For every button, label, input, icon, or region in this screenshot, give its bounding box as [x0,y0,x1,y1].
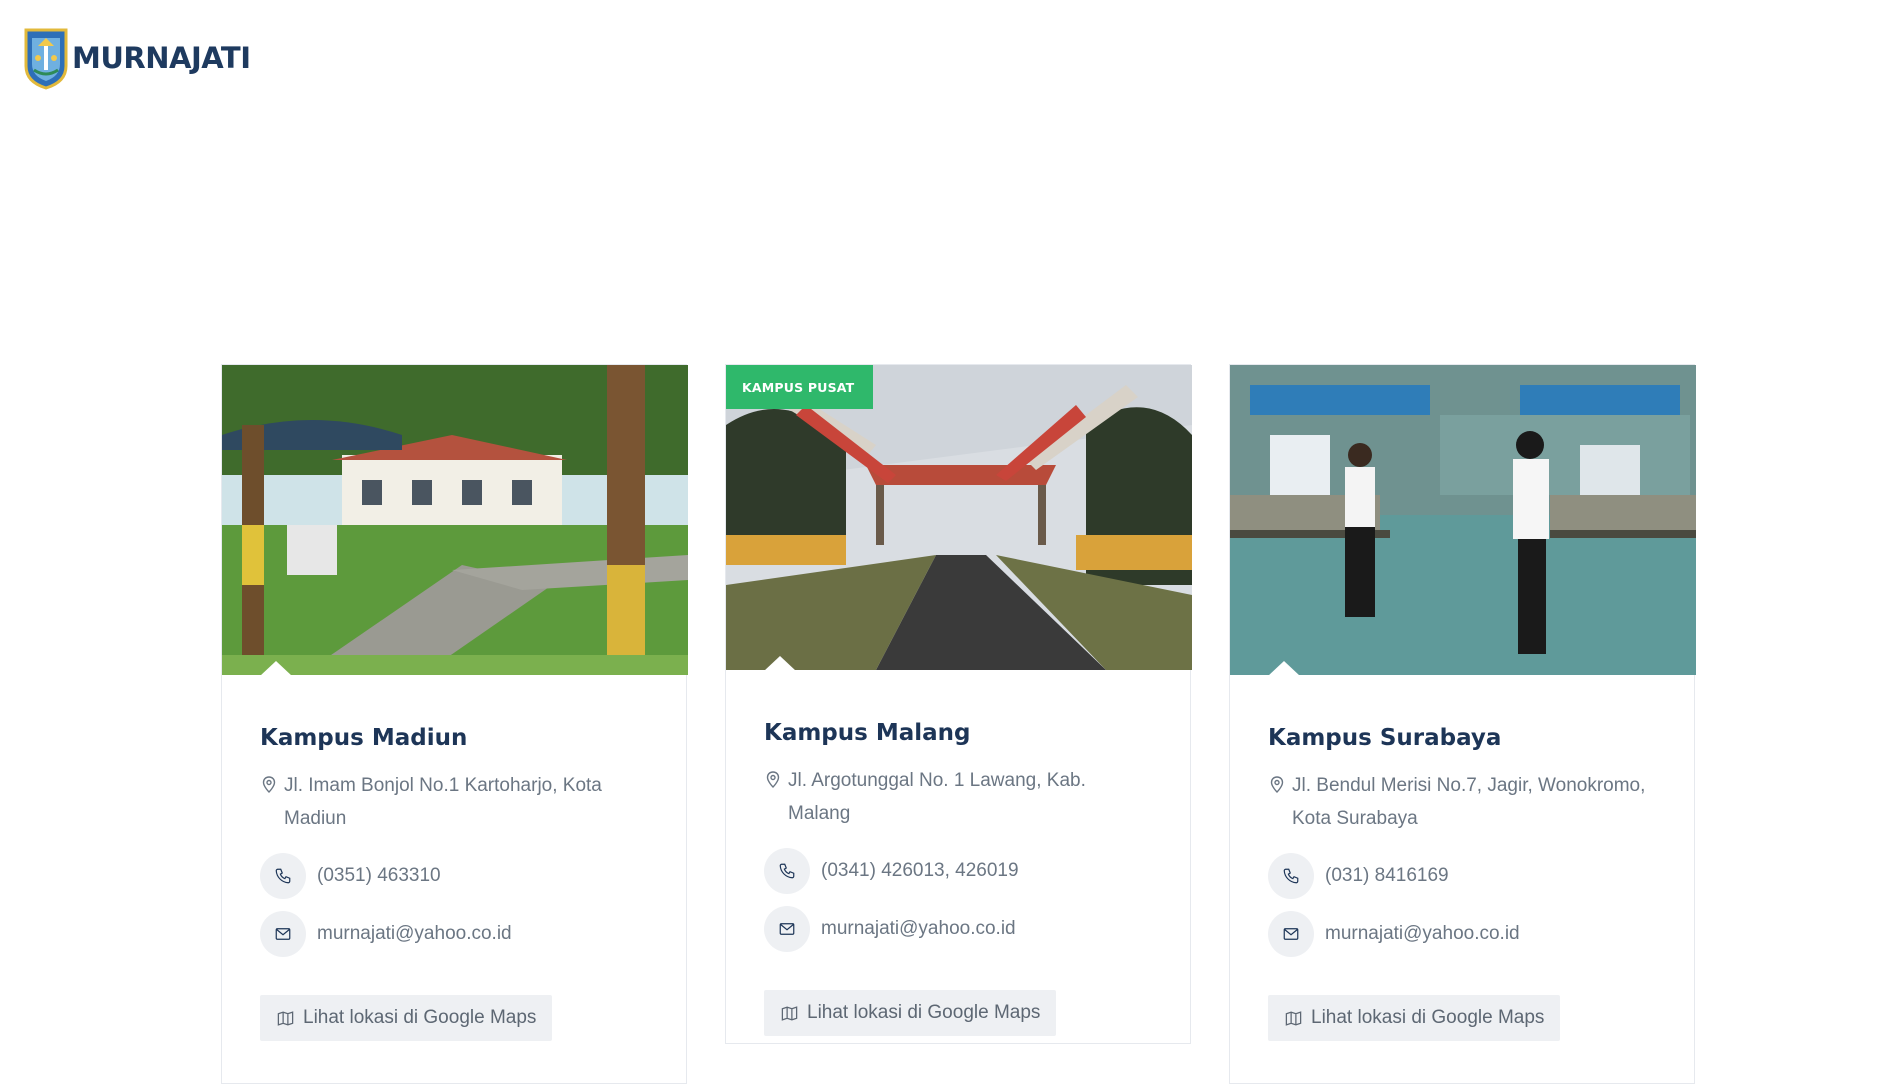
google-maps-button[interactable]: Lihat lokasi di Google Maps [1268,995,1561,1041]
campus-title: Kampus Surabaya [1268,725,1502,751]
campus-photo-malang: KAMPUS PUSAT [726,365,1192,670]
campus-email-value: murnajati@yahoo.co.id [317,923,512,944]
media-notch [260,661,292,675]
campus-phone[interactable]: (0341) 426013, 426019 [764,848,1152,894]
campus-phone-value: (0341) 426013, 426019 [821,860,1019,881]
map-pin-icon [1270,776,1284,793]
phone-icon [1268,853,1314,899]
brand-name: MURNAJATI [72,41,251,75]
campus-title: Kampus Madiun [260,725,468,751]
mail-icon [1268,911,1314,957]
campus-phone-value: (0351) 463310 [317,865,441,886]
campus-email-value: murnajati@yahoo.co.id [821,918,1016,939]
google-maps-button[interactable]: Lihat lokasi di Google Maps [260,995,553,1041]
campus-address: Jl. Bendul Merisi No.7, Jagir, Wonokromo… [1268,769,1656,835]
campus-address-text: Jl. Argotunggal No. 1 Lawang, Kab. Malan… [788,770,1086,824]
campus-address-text: Jl. Bendul Merisi No.7, Jagir, Wonokromo… [1292,775,1646,829]
google-maps-label: Lihat lokasi di Google Maps [1311,1007,1545,1028]
campus-photo-madiun [222,365,688,675]
campus-card-surabaya: Kampus Surabaya Jl. Bendul Merisi No.7, … [1229,364,1696,1084]
campus-phone[interactable]: (031) 8416169 [1268,853,1656,899]
campus-phone[interactable]: (0351) 463310 [260,853,648,899]
campus-card-madiun: Kampus Madiun Jl. Imam Bonjol No.1 Karto… [221,364,688,1084]
google-maps-button[interactable]: Lihat lokasi di Google Maps [764,990,1057,1036]
map-icon [781,1005,798,1021]
campus-email-value: murnajati@yahoo.co.id [1325,923,1520,944]
phone-icon [764,848,810,894]
map-icon [1285,1010,1302,1026]
campus-title: Kampus Malang [764,720,971,746]
campus-photo-surabaya [1230,365,1696,675]
mail-icon [764,906,810,952]
campus-card-malang: KAMPUS PUSAT Kampus Malang Jl. Argotungg… [725,364,1192,1044]
campus-address-text: Jl. Imam Bonjol No.1 Kartoharjo, Kota Ma… [284,775,602,829]
map-pin-icon [766,771,780,788]
campus-email[interactable]: murnajati@yahoo.co.id [1268,911,1656,957]
map-pin-icon [262,776,276,793]
google-maps-label: Lihat lokasi di Google Maps [807,1002,1041,1023]
phone-icon [260,853,306,899]
site-header: MURNAJATI [22,24,251,92]
google-maps-label: Lihat lokasi di Google Maps [303,1007,537,1028]
campus-address: Jl. Argotunggal No. 1 Lawang, Kab. Malan… [764,764,1152,830]
campus-email[interactable]: murnajati@yahoo.co.id [764,906,1152,952]
campus-phone-value: (031) 8416169 [1325,865,1449,886]
campus-address: Jl. Imam Bonjol No.1 Kartoharjo, Kota Ma… [260,769,648,835]
media-notch [764,656,796,670]
media-notch [1268,661,1300,675]
campus-email[interactable]: murnajati@yahoo.co.id [260,911,648,957]
east-java-emblem-icon [24,28,68,90]
campus-badge: KAMPUS PUSAT [726,365,874,409]
map-icon [277,1010,294,1026]
brand-link[interactable]: MURNAJATI [22,26,251,90]
mail-icon [260,911,306,957]
